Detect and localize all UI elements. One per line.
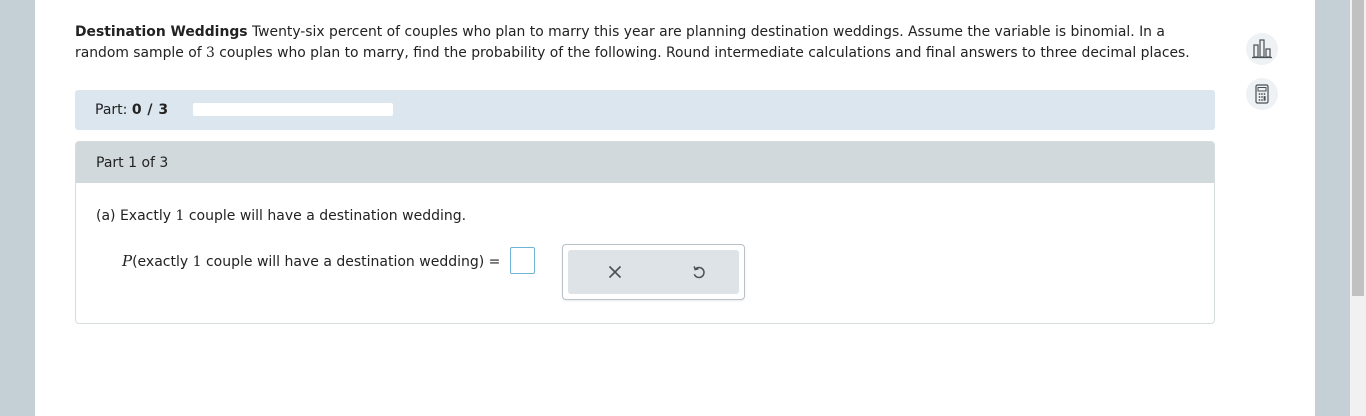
bar-chart-icon [1252, 39, 1272, 59]
answer-tools-inner [568, 250, 739, 294]
part-label-text: Part: [95, 102, 128, 118]
main-page: Destination Weddings Twenty-six percent … [35, 0, 1315, 416]
prompt-prefix: (a) Exactly [96, 208, 176, 224]
clear-button[interactable] [602, 259, 628, 285]
question-body-b: couples who plan to marry, find the prob… [214, 45, 1190, 61]
answer-tools [562, 244, 745, 300]
part-count: 0 / 3 [131, 102, 169, 118]
part-progress-label: Part: 0 / 3 [95, 102, 169, 118]
undo-icon [693, 266, 705, 279]
eq-P: P [122, 252, 133, 270]
answer-input[interactable] [510, 247, 535, 274]
sample-size: 3 [206, 45, 215, 61]
undo-button[interactable] [686, 259, 712, 285]
data-button[interactable] [1246, 33, 1278, 65]
eq-rest: couple will have a destination wedding) [201, 254, 485, 270]
part-progress-bar: Part: 0 / 3 [75, 90, 1215, 130]
question-text: Destination Weddings Twenty-six percent … [75, 22, 1215, 64]
eq-equals: = [488, 254, 501, 270]
calculator-icon [1255, 84, 1269, 104]
prompt-suffix: couple will have a destination wedding. [184, 208, 467, 224]
eq-open: (exactly [132, 254, 193, 270]
question-title: Destination Weddings [75, 24, 248, 40]
part-header: Part 1 of 3 [76, 142, 1214, 183]
part-card: Part 1 of 3 (a) Exactly 1 couple will ha… [75, 141, 1215, 324]
calculator-button[interactable] [1246, 78, 1278, 110]
close-icon [608, 265, 622, 279]
part-header-label: Part 1 of 3 [96, 155, 169, 171]
progress-track [193, 103, 393, 116]
eq-number: 1 [192, 254, 202, 270]
scrollbar-thumb[interactable] [1352, 0, 1364, 296]
part-prompt: (a) Exactly 1 couple will have a destina… [96, 208, 466, 224]
probability-equation: P(exactly 1 couple will have a destinati… [122, 252, 500, 270]
